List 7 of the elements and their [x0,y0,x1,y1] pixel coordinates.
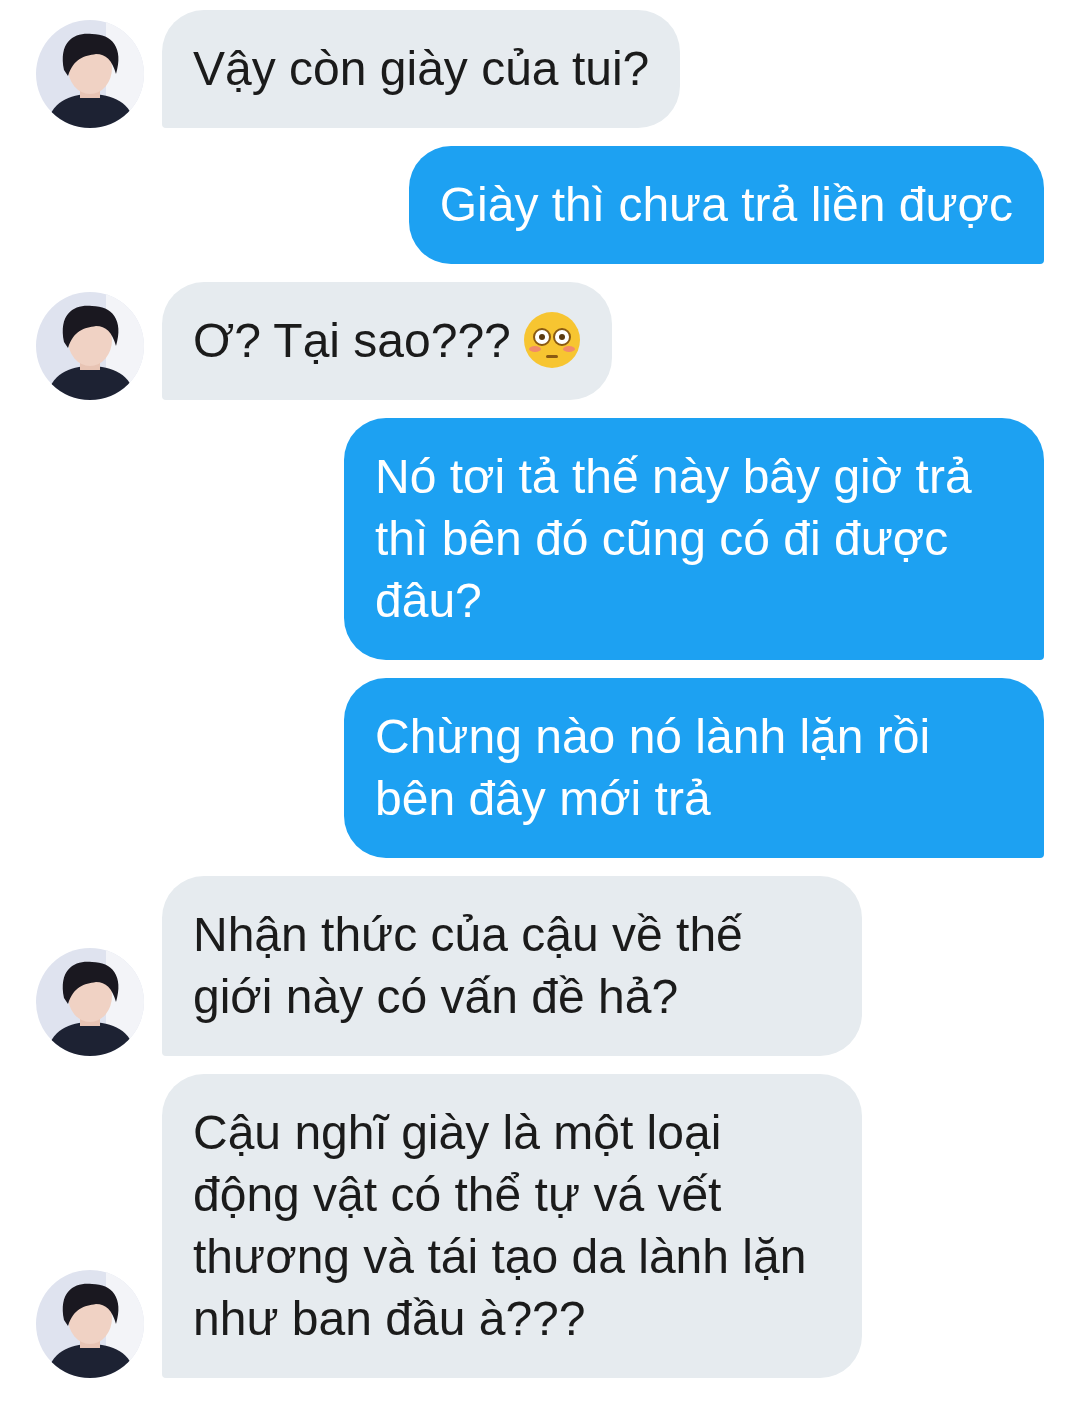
message-text: Vậy còn giày của tui? [193,42,650,95]
message-text: Nhận thức của cậu về thế giới này có vấn đề hả? [193,908,743,1023]
message-text: Nó tơi tả thế này bây giờ trả thì bên đó cũng có đi được đâu? [375,450,972,627]
message-text: Giày thì chưa trả liền được [439,178,1013,231]
message-text: Ơ? Tại sao??? [193,314,511,367]
message-text: Cậu nghĩ giày là một loại động vật có thể tự vá vết thương và tái tạo da lành lặn như ban đầu à??? [193,1106,807,1345]
message-text: Chừng nào nó lành lặn rồi bên đây mới trả [375,710,931,825]
